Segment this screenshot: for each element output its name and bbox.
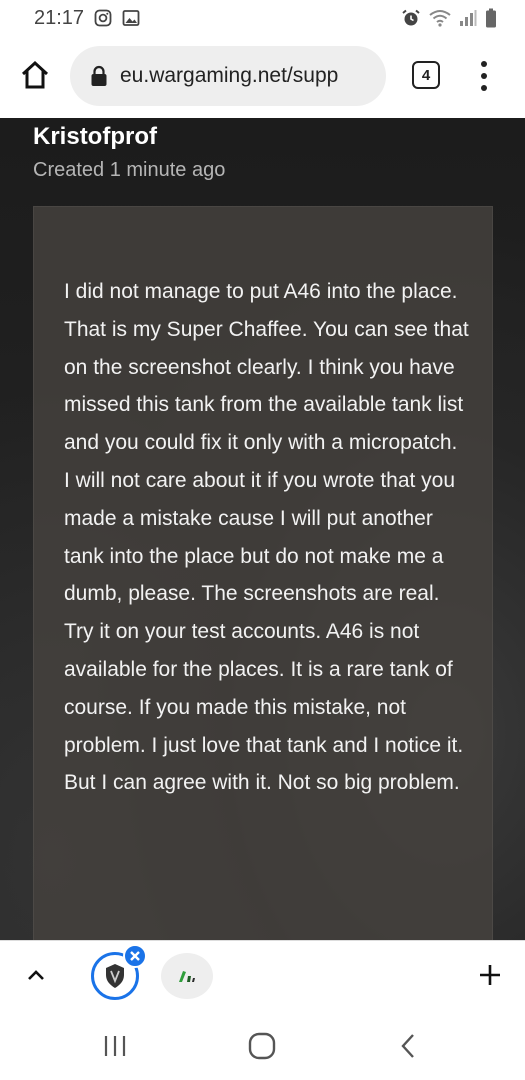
home-icon: [21, 60, 49, 89]
message-box: I did not manage to put A46 into the pla…: [33, 206, 493, 940]
tab-switcher-button[interactable]: 4: [412, 61, 440, 89]
status-left: 21:17: [34, 7, 140, 30]
tab-thumbnail[interactable]: [161, 953, 213, 999]
home-circle-icon[interactable]: [248, 1032, 276, 1060]
post-author[interactable]: Kristofprof: [33, 123, 157, 151]
battery-icon: [485, 8, 497, 28]
menu-dot: [481, 73, 487, 79]
chevron-up-icon[interactable]: [24, 965, 48, 985]
status-time: 21:17: [34, 6, 85, 29]
system-nav-bar: [0, 1010, 525, 1080]
plus-icon[interactable]: [478, 963, 502, 987]
menu-dot: [481, 61, 487, 67]
tab-close-button[interactable]: [123, 944, 147, 968]
status-right: [401, 8, 497, 28]
menu-dot: [481, 85, 487, 91]
tab-favicon: [179, 971, 195, 982]
page-content[interactable]: Kristofprof Created 1 minute ago I did n…: [0, 118, 525, 940]
tab-count: 4: [421, 66, 431, 84]
bottom-tab-bar: [0, 940, 525, 1010]
overflow-menu-button[interactable]: [474, 58, 494, 94]
lock-icon: [91, 65, 107, 86]
recents-icon[interactable]: [103, 1035, 127, 1057]
close-icon: [130, 951, 140, 961]
instagram-icon: [94, 9, 112, 27]
home-button[interactable]: [18, 58, 52, 92]
url-bar[interactable]: eu.wargaming.net/supp: [70, 46, 386, 106]
gallery-icon: [122, 9, 140, 27]
alarm-icon: [401, 9, 421, 27]
message-body: I did not manage to put A46 into the pla…: [64, 280, 469, 795]
post-created: Created 1 minute ago: [33, 159, 226, 181]
back-icon[interactable]: [398, 1032, 418, 1060]
wifi-icon: [429, 9, 451, 27]
browser-toolbar: eu.wargaming.net/supp 4: [0, 36, 525, 118]
signal-icon: [459, 9, 477, 27]
url-text: eu.wargaming.net/supp: [120, 64, 339, 87]
wot-favicon: [106, 964, 124, 988]
status-bar: 21:17: [0, 0, 525, 36]
